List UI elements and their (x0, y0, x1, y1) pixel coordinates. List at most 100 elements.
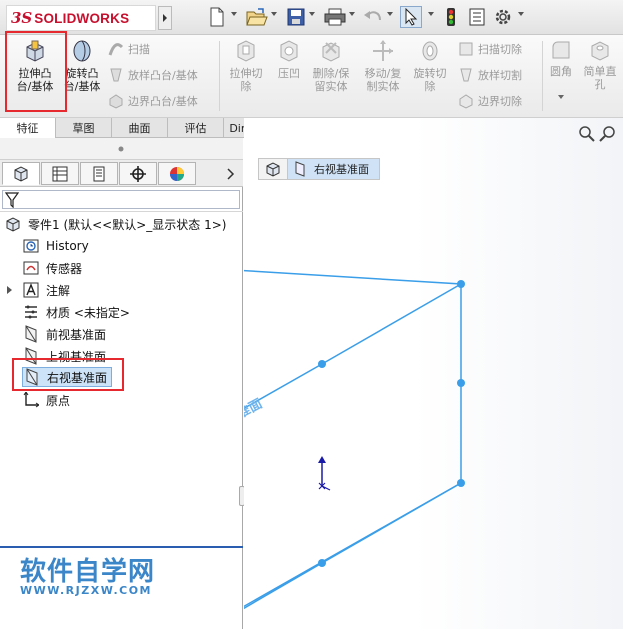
revolve-boss-button[interactable]: 旋转凸 台/基体 (60, 39, 104, 93)
loft-boss-button[interactable]: 放样凸台/基体 (108, 66, 198, 84)
breadcrumb-part[interactable] (259, 159, 287, 179)
boundary-boss-button[interactable]: 边界凸台/基体 (108, 92, 198, 110)
tree-filter-input[interactable] (2, 190, 240, 209)
simple-hole-button[interactable]: 简单直 孔 (580, 39, 620, 91)
configuration-manager-tab[interactable] (80, 162, 118, 185)
delete-keep-body-button[interactable]: 删除/保 留实体 (307, 39, 355, 93)
origin-icon (22, 391, 40, 409)
revolve-boss-icon (73, 40, 91, 62)
simple-hole-label: 简单直 孔 (583, 65, 617, 91)
delete-body-icon (322, 42, 340, 62)
material-label: 材质 <未指定> (46, 305, 130, 320)
graphics-area[interactable]: 准面 右视基准面 (244, 118, 623, 629)
new-document-button[interactable] (208, 6, 226, 28)
tree-item-history[interactable]: History (22, 236, 89, 256)
tree-root-part[interactable]: 零件1 (默认<<默认>_显示状态 1>) (4, 214, 226, 234)
tab-surfaces[interactable]: 曲面 (112, 118, 168, 138)
property-manager-tab[interactable] (41, 162, 79, 185)
undo-dropdown-arrow[interactable] (387, 12, 393, 16)
panel-grip-dot-icon[interactable] (117, 145, 125, 153)
sweep-cut-label: 扫描切除 (478, 43, 522, 56)
sweep-button[interactable]: 扫描 (108, 40, 150, 58)
title-bar: 3S SOLIDWORKS (0, 0, 623, 35)
save-button[interactable] (286, 6, 306, 28)
tree-item-sensors[interactable]: 传感器 (22, 258, 82, 278)
appearance-ball-icon (170, 166, 184, 181)
breadcrumb-label: 右视基准面 (314, 163, 369, 176)
plane-handle (457, 379, 465, 387)
solidworks-logo[interactable]: 3S SOLIDWORKS (6, 5, 156, 31)
tab-sketch[interactable]: 草图 (56, 118, 112, 138)
right-plane-preview (244, 269, 465, 610)
tree-item-top-plane[interactable]: 上视基准面 (22, 346, 106, 366)
property-list-icon (52, 166, 68, 181)
breadcrumb: 右视基准面 (258, 158, 380, 180)
plane-handle (318, 360, 326, 368)
right-plane-label: 右视基准面 (47, 370, 108, 385)
indent-icon (280, 40, 298, 62)
revolve-cut-button[interactable]: 旋转切 除 (410, 39, 450, 93)
crosshair-icon (130, 165, 146, 182)
tab-features[interactable]: 特征 (0, 118, 56, 138)
indent-button[interactable]: 压凹 (272, 39, 306, 80)
menu-expand-button[interactable] (158, 6, 172, 30)
chevron-right-icon (163, 14, 167, 22)
plane-left-bottom-edge (244, 562, 323, 610)
tree-item-origin[interactable]: 原点 (22, 390, 70, 410)
loft-cut-button[interactable]: 放样切割 (458, 66, 522, 84)
options-dropdown-arrow[interactable] (518, 12, 524, 16)
undo-button[interactable] (363, 6, 383, 28)
plane-icon (295, 161, 305, 177)
select-button[interactable] (400, 6, 422, 28)
boundary-cut-button[interactable]: 边界切除 (458, 92, 522, 110)
simple-hole-icon (591, 41, 609, 61)
part-icon (266, 162, 280, 177)
feature-manager-tab[interactable] (2, 162, 40, 185)
tab-evaluate[interactable]: 评估 (168, 118, 224, 138)
fillet-icon (552, 41, 570, 59)
panel-tabs (0, 160, 243, 187)
sweep-cut-button[interactable]: 扫描切除 (458, 40, 522, 58)
dimxpert-manager-tab[interactable] (119, 162, 157, 185)
print-dropdown-arrow[interactable] (349, 12, 355, 16)
extrude-boss-button[interactable]: 拉伸凸 台/基体 (8, 39, 62, 93)
origin-label: 原点 (46, 393, 71, 408)
plane-handle (457, 479, 465, 487)
tree-item-material[interactable]: 材质 <未指定> (22, 302, 130, 322)
options-button[interactable] (492, 6, 514, 28)
configuration-icon (93, 166, 105, 181)
fillet-button[interactable]: 圆角 (546, 39, 576, 100)
tree-item-annotations[interactable]: 注解 (22, 280, 70, 300)
history-label: History (46, 239, 89, 253)
rebuild-button[interactable] (443, 6, 459, 28)
tree-item-front-plane[interactable]: 前视基准面 (22, 324, 106, 344)
file-properties-button[interactable] (467, 6, 487, 28)
ribbon-separator (542, 41, 543, 111)
select-dropdown-arrow[interactable] (428, 12, 434, 16)
indent-label: 压凹 (278, 67, 300, 80)
feature-tree-icon (14, 165, 28, 182)
print-button[interactable] (324, 6, 346, 28)
tree-item-right-plane[interactable]: 右视基准面 (22, 367, 113, 387)
annotations-expander[interactable] (7, 286, 12, 294)
annotations-label: 注解 (46, 283, 71, 298)
zoom-to-fit-icon[interactable] (577, 124, 595, 142)
zoom-to-area-icon[interactable] (599, 124, 617, 142)
save-dropdown-arrow[interactable] (309, 12, 315, 16)
display-manager-tab[interactable] (158, 162, 196, 185)
boundary-boss-label: 边界凸台/基体 (128, 95, 198, 108)
annotation-icon (22, 281, 40, 299)
brand-name: SOLIDWORKS (34, 10, 130, 26)
boundary-boss-icon (109, 94, 123, 109)
breadcrumb-right-plane[interactable]: 右视基准面 (287, 159, 379, 179)
new-dropdown-arrow[interactable] (231, 12, 237, 16)
origin-y-arrow (318, 456, 326, 463)
open-dropdown-arrow[interactable] (271, 12, 277, 16)
print-icon (324, 8, 346, 26)
extrude-cut-button[interactable]: 拉伸切 除 (224, 39, 268, 93)
rollback-bar[interactable] (0, 546, 243, 548)
open-button[interactable] (246, 6, 268, 28)
revolve-cut-label: 旋转切 除 (413, 67, 447, 93)
chevron-right-icon[interactable] (226, 168, 236, 180)
move-copy-body-button[interactable]: 移动/复 制实体 (359, 39, 407, 93)
